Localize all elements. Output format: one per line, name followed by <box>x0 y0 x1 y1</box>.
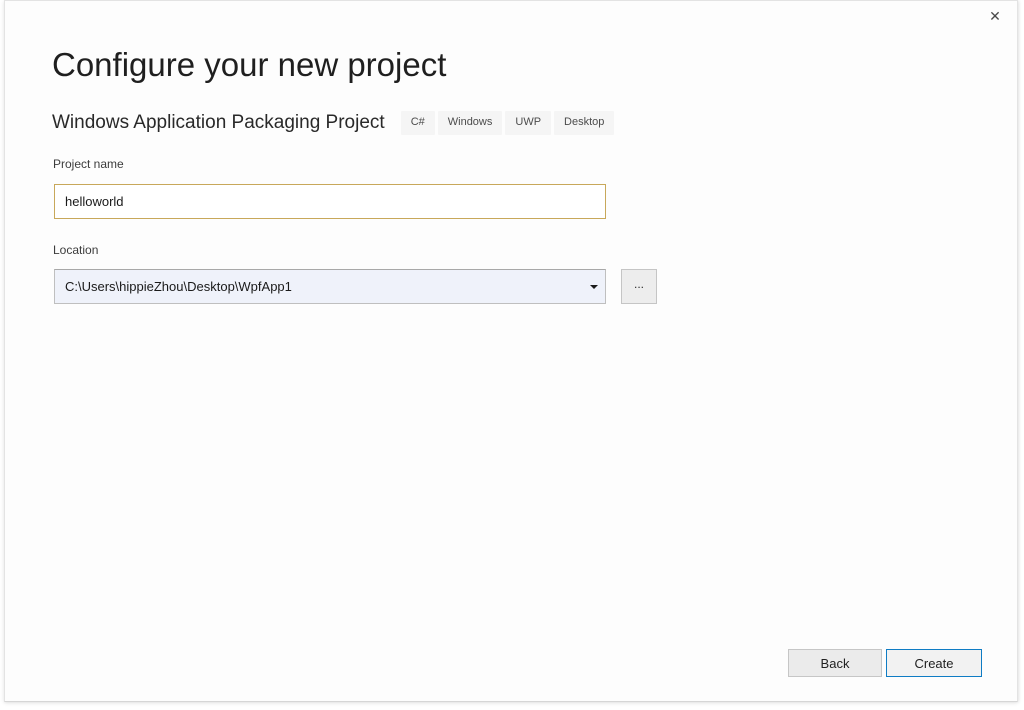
template-tag-platform: Windows <box>437 111 503 135</box>
location-value: C:\Users\hippieZhou\Desktop\WpfApp1 <box>65 279 292 294</box>
location-label: Location <box>53 243 99 257</box>
project-name-label: Project name <box>53 157 124 171</box>
dialog-footer: Back Create <box>5 631 1017 701</box>
template-name: Windows Application Packaging Project <box>52 112 385 133</box>
dialog-content: Configure your new project Windows Appli… <box>5 1 1017 701</box>
template-summary-row: Windows Application Packaging Project C#… <box>52 109 615 137</box>
chevron-down-icon[interactable] <box>583 270 605 303</box>
back-button[interactable]: Back <box>788 649 882 677</box>
location-combobox[interactable]: C:\Users\hippieZhou\Desktop\WpfApp1 <box>54 269 606 304</box>
template-tag-list: C# Windows UWP Desktop <box>400 111 615 135</box>
page-title: Configure your new project <box>52 46 447 83</box>
project-name-input[interactable] <box>54 184 606 219</box>
browse-location-button[interactable]: ... <box>621 269 657 304</box>
create-button[interactable]: Create <box>886 649 982 677</box>
configure-project-dialog: ✕ Configure your new project Windows App… <box>4 0 1018 702</box>
location-row: C:\Users\hippieZhou\Desktop\WpfApp1 ... <box>54 269 658 305</box>
template-tag-language: C# <box>400 111 435 135</box>
caret-shape <box>590 284 598 289</box>
template-tag-project-type: Desktop <box>554 111 615 135</box>
template-tag-uwp: UWP <box>505 111 552 135</box>
